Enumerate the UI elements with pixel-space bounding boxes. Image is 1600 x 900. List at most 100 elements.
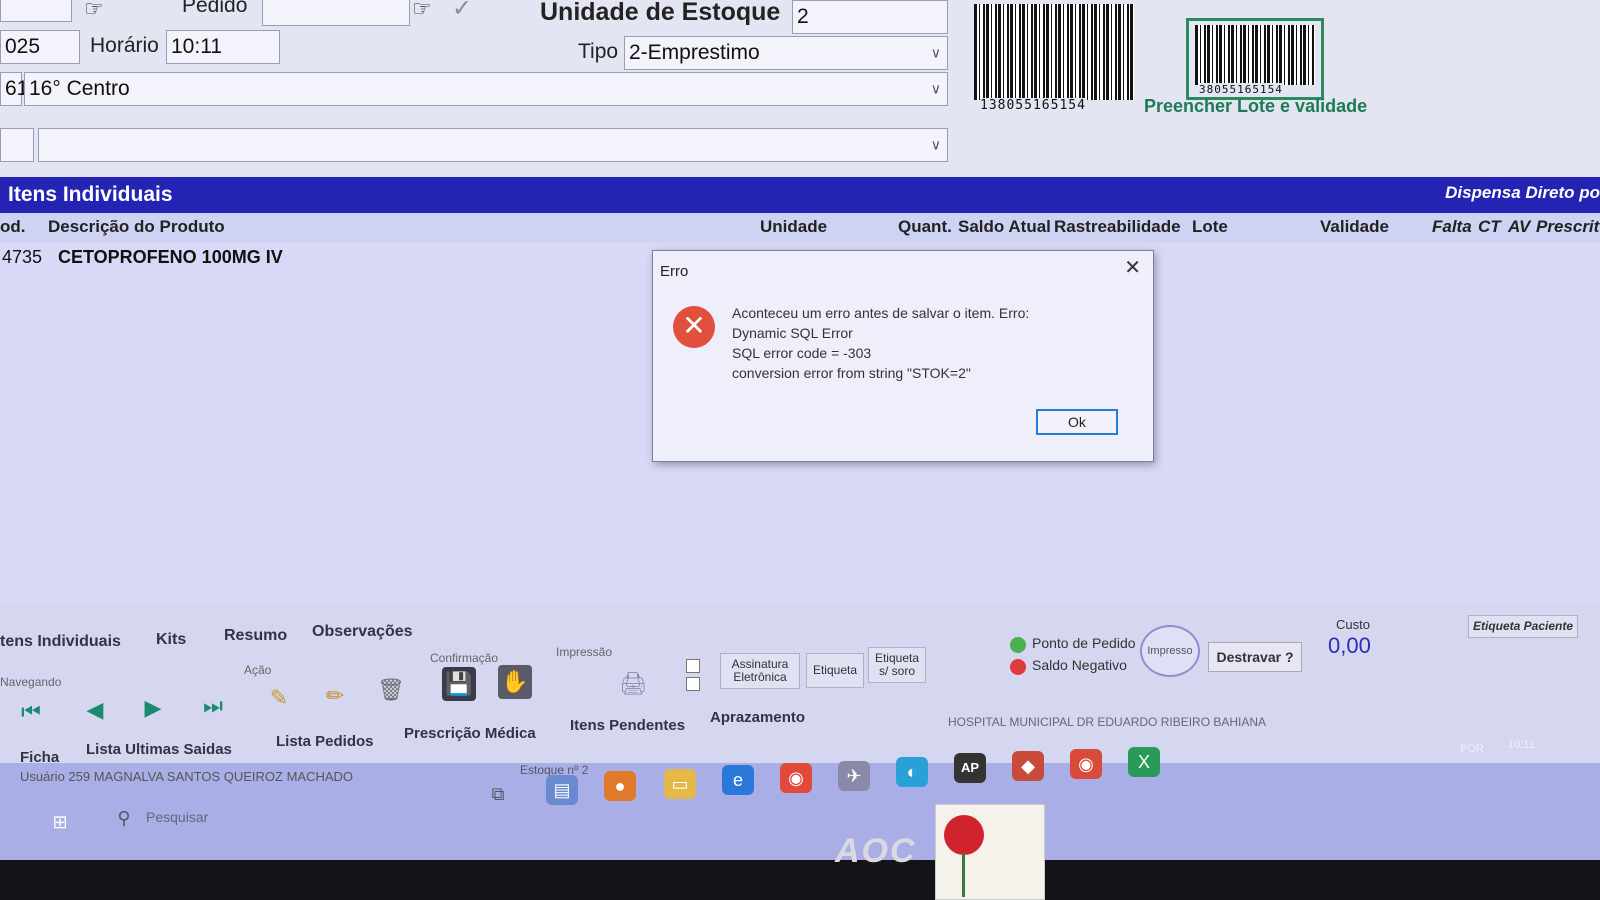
- field-top-left[interactable]: [0, 0, 72, 22]
- error-message: Aconteceu um erro antes de salvar o item…: [732, 303, 1029, 383]
- col-cod[interactable]: od.: [0, 217, 26, 237]
- group-navegando: Navegando: [0, 675, 62, 689]
- tab-kits[interactable]: Kits: [156, 631, 186, 649]
- tab-itens-individuais[interactable]: tens Individuais: [0, 633, 121, 651]
- last-record-icon[interactable]: ⏭: [196, 689, 230, 723]
- tipo-select[interactable]: 2-Emprestimo ∨: [624, 36, 948, 70]
- unidade-estoque-input[interactable]: 2: [792, 0, 948, 34]
- folder-icon[interactable]: ▭: [664, 769, 696, 799]
- clock[interactable]: 10:11: [1508, 739, 1535, 751]
- edit-pencil-icon[interactable]: ✏: [318, 679, 352, 713]
- barcode-small-number: 38055165154: [1199, 83, 1283, 96]
- pointer-icon[interactable]: ☞: [84, 0, 104, 22]
- group-confirmacao: Confirmação: [430, 651, 499, 665]
- close-icon[interactable]: ✕: [1124, 255, 1141, 280]
- group-acao: Ação: [244, 663, 272, 677]
- search-icon[interactable]: ⚲: [108, 803, 140, 833]
- row-description: CETOPROFENO 100MG IV: [58, 247, 283, 267]
- etiqueta-soro-button[interactable]: Etiqueta s/ soro: [868, 647, 926, 683]
- windows-start-icon[interactable]: ⊞: [44, 807, 76, 837]
- group-impressao: Impressão: [556, 645, 613, 659]
- sticker-image: [935, 804, 1045, 900]
- chrome-icon[interactable]: ◉: [1070, 749, 1102, 779]
- ok-button[interactable]: Ok: [1036, 409, 1118, 435]
- error-line: conversion error from string "STOK=2": [732, 365, 971, 381]
- tab-observacoes[interactable]: Observações: [312, 623, 413, 641]
- destravar-button[interactable]: Destravar ?: [1208, 642, 1302, 672]
- app-icon[interactable]: ◆: [1012, 751, 1044, 781]
- language-indicator[interactable]: POR: [1460, 743, 1484, 755]
- firefox-icon[interactable]: ●: [604, 771, 636, 801]
- centro-value: 16° Centro: [29, 77, 130, 100]
- col-av[interactable]: AV: [1508, 217, 1530, 237]
- pedido-input[interactable]: [262, 0, 410, 26]
- lote-barcode-button[interactable]: 38055165154: [1186, 18, 1324, 100]
- tipo-value: 2-Emprestimo: [629, 41, 760, 64]
- print-checkbox[interactable]: [686, 659, 700, 673]
- col-descricao[interactable]: Descrição do Produto: [48, 217, 225, 237]
- chevron-down-icon[interactable]: ∨: [931, 81, 941, 98]
- rose-image: [944, 815, 984, 855]
- link-lista-ultimas-saidas[interactable]: Lista Ultimas Saidas: [86, 741, 232, 758]
- dispensa-direto-label: Dispensa Direto po: [1445, 183, 1600, 202]
- taskbar: Usuário 259 MAGNALVA SANTOS QUEIROZ MACH…: [0, 739, 1600, 860]
- error-line: Dynamic SQL Error: [732, 325, 853, 341]
- ap-app-icon[interactable]: AP: [954, 753, 986, 783]
- centro-code[interactable]: 61: [0, 72, 28, 106]
- previous-record-icon[interactable]: ◀: [78, 693, 112, 727]
- date-field[interactable]: 025: [0, 30, 80, 64]
- first-record-icon[interactable]: ⏮: [14, 695, 48, 729]
- excel-icon[interactable]: X: [1128, 747, 1160, 777]
- chrome-icon[interactable]: ◉: [780, 763, 812, 793]
- filter-select[interactable]: ∨: [38, 128, 948, 162]
- app-icon[interactable]: ✈: [838, 761, 870, 791]
- print-checkbox[interactable]: [686, 677, 700, 691]
- link-aprazamento[interactable]: Aprazamento: [710, 709, 805, 726]
- error-dialog: Erro ✕ ✕ Aconteceu um erro antes de salv…: [652, 250, 1154, 462]
- next-record-icon[interactable]: ▶: [136, 691, 170, 725]
- col-saldo-atual[interactable]: Saldo Atual: [958, 217, 1051, 237]
- col-quant[interactable]: Quant.: [898, 217, 952, 237]
- custo-label: Custo: [1336, 617, 1370, 632]
- printer-icon[interactable]: 🖨: [616, 667, 650, 701]
- saldo-negativo-dot: [1010, 659, 1026, 675]
- col-prescrito[interactable]: Prescrito: [1536, 217, 1600, 237]
- save-disk-icon[interactable]: 💾: [442, 667, 476, 701]
- check-icon[interactable]: ✓: [452, 0, 472, 23]
- col-falta[interactable]: Falta: [1432, 217, 1472, 237]
- chevron-down-icon[interactable]: ∨: [931, 137, 941, 154]
- link-prescricao-medica[interactable]: Prescrição Médica: [404, 725, 536, 742]
- app-icon[interactable]: ◐: [896, 757, 928, 787]
- lote-validade-link[interactable]: Preencher Lote e validade: [1144, 96, 1367, 117]
- col-ct[interactable]: CT: [1478, 217, 1501, 237]
- col-validade[interactable]: Validade: [1320, 217, 1389, 237]
- app-window: ☞ Pedido ☞ ✓ Unidade de Estoque 2 025 Ho…: [0, 0, 1600, 860]
- task-view-icon[interactable]: ⧉: [482, 779, 514, 809]
- edge-icon[interactable]: e: [722, 765, 754, 795]
- barcode-small-image: [1195, 25, 1315, 85]
- trash-icon[interactable]: 🗑: [374, 673, 408, 707]
- centro-select[interactable]: 16° Centro ∨: [24, 72, 948, 106]
- barcode-number: 138055165154: [980, 98, 1086, 113]
- impresso-indicator[interactable]: Impresso: [1140, 625, 1200, 677]
- chevron-down-icon[interactable]: ∨: [931, 45, 941, 62]
- etiqueta-button[interactable]: Etiqueta: [806, 653, 864, 688]
- items-header: Itens Individuais Dispensa Direto po: [0, 177, 1600, 213]
- pointer-icon[interactable]: ☞: [412, 0, 432, 22]
- cancel-hand-icon[interactable]: ✋: [498, 665, 532, 699]
- col-lote[interactable]: Lote: [1192, 217, 1228, 237]
- link-itens-pendentes[interactable]: Itens Pendentes: [570, 717, 685, 734]
- tab-resumo[interactable]: Resumo: [224, 627, 287, 645]
- assinatura-eletronica-button[interactable]: Assinatura Eletrônica: [720, 653, 800, 689]
- filter-code[interactable]: [0, 128, 34, 162]
- new-item-icon[interactable]: ✎: [262, 681, 296, 715]
- col-rastreabilidade[interactable]: Rastreabilidade: [1054, 217, 1181, 237]
- etiqueta-paciente-button[interactable]: Etiqueta Paciente: [1468, 615, 1578, 638]
- horario-input[interactable]: 10:11: [166, 30, 280, 64]
- error-line: SQL error code = -303: [732, 345, 872, 361]
- col-unidade[interactable]: Unidade: [760, 217, 827, 237]
- app-icon[interactable]: ▤: [546, 775, 578, 805]
- link-lista-pedidos[interactable]: Lista Pedidos: [276, 733, 374, 750]
- bottom-panel: tens Individuais Kits Resumo Observações…: [0, 603, 1600, 766]
- taskbar-search[interactable]: Pesquisar: [146, 809, 208, 825]
